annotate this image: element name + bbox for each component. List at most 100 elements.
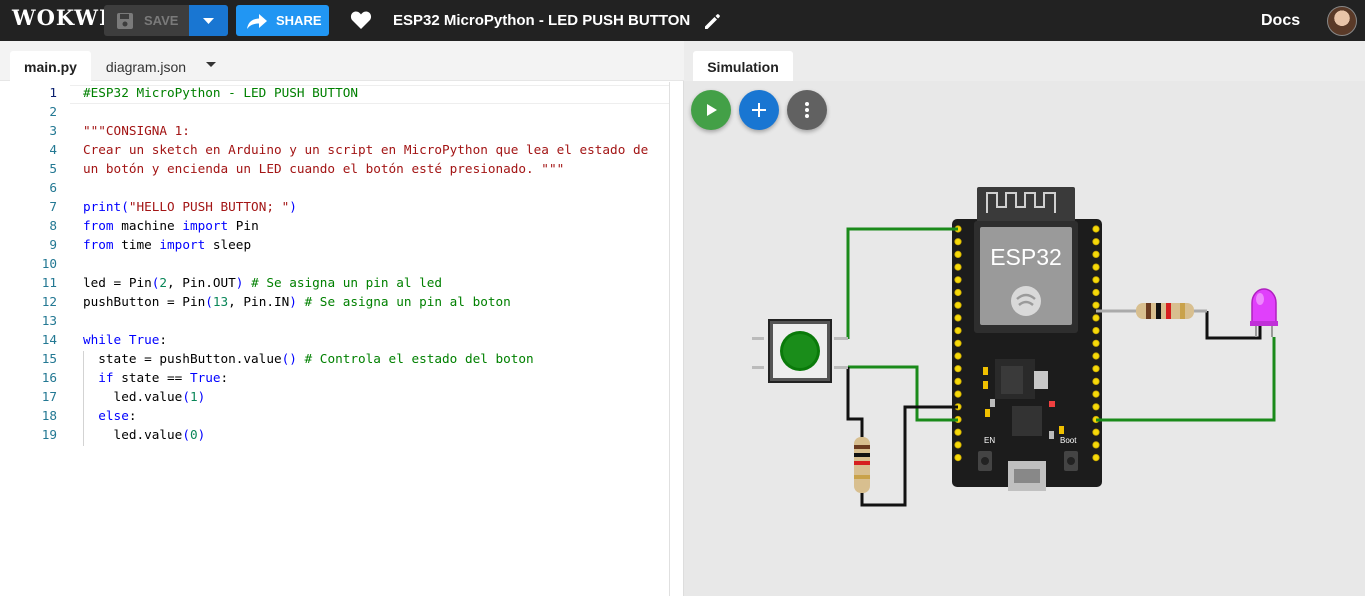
- wokwi-logo[interactable]: WOKWI: [12, 5, 110, 30]
- save-button[interactable]: SAVE: [104, 5, 228, 36]
- header-pin[interactable]: [1092, 352, 1100, 360]
- header-pin[interactable]: [1092, 428, 1100, 436]
- code-area[interactable]: 1 #ESP32 MicroPython - LED PUSH BUTTON 2 3 "…: [0, 81, 670, 596]
- file-menu-chevron-icon[interactable]: [206, 62, 216, 67]
- header-pin[interactable]: [1092, 263, 1100, 271]
- tab-diagram-json[interactable]: diagram.json: [100, 51, 192, 81]
- boot-label: Boot: [1060, 436, 1077, 445]
- docs-link[interactable]: Docs: [1261, 12, 1300, 30]
- code-line[interactable]: 14 while True:: [0, 332, 670, 351]
- heart-icon[interactable]: [350, 10, 372, 35]
- code-line[interactable]: 15 state = pushButton.value() # Controla…: [0, 351, 670, 370]
- header-pin[interactable]: [1092, 225, 1100, 233]
- header-pin[interactable]: [954, 441, 962, 449]
- header-pin[interactable]: [1092, 314, 1100, 322]
- header-pin[interactable]: [954, 301, 962, 309]
- header-pin[interactable]: [954, 453, 962, 462]
- circuit-diagram[interactable]: ESP32 EN Boot: [684, 41, 1365, 596]
- line-text: from machine import Pin: [83, 218, 259, 233]
- line-number: 13: [41, 313, 57, 328]
- header-pin[interactable]: [954, 314, 962, 322]
- run-simulation-button[interactable]: [691, 90, 731, 130]
- code-line[interactable]: 12 pushButton = Pin(13, Pin.IN) # Se asig…: [0, 294, 670, 313]
- code-line[interactable]: 8 from machine import Pin: [0, 218, 670, 237]
- header-pin[interactable]: [954, 263, 962, 271]
- line-number: 12: [41, 294, 57, 309]
- code-line[interactable]: 19 led.value(0): [0, 427, 670, 446]
- line-text: led.value(1): [83, 389, 206, 404]
- code-line[interactable]: 16 if state == True:: [0, 370, 670, 389]
- header-pin[interactable]: [1092, 250, 1100, 258]
- header-pin[interactable]: [1092, 377, 1100, 385]
- header-pin[interactable]: [1092, 326, 1100, 335]
- header-pin[interactable]: [954, 390, 962, 398]
- line-text: led = Pin(2, Pin.OUT) # Se asigna un pin…: [83, 275, 443, 290]
- header-pin[interactable]: [1092, 403, 1100, 411]
- line-number: 11: [41, 275, 57, 290]
- play-icon: [707, 104, 717, 116]
- led-resistor[interactable]: [1132, 303, 1207, 319]
- code-editor-panel: main.py diagram.json 1 #ESP32 MicroPython…: [0, 41, 684, 596]
- code-line[interactable]: 17 led.value(1): [0, 389, 670, 408]
- header-pin[interactable]: [954, 326, 962, 335]
- header-pin[interactable]: [954, 365, 962, 373]
- line-number: 17: [41, 389, 57, 404]
- header-pin[interactable]: [1092, 301, 1100, 309]
- header-pin[interactable]: [1092, 453, 1100, 462]
- header-pin[interactable]: [954, 352, 962, 360]
- esp32-board[interactable]: ESP32 EN Boot: [952, 187, 1102, 491]
- code-line[interactable]: 7 print("HELLO PUSH BUTTON; "): [0, 199, 670, 218]
- code-line[interactable]: 5 un botón y encienda un LED cuando el bo…: [0, 161, 670, 180]
- code-line[interactable]: 18 else:: [0, 408, 670, 427]
- code-line[interactable]: 13: [0, 313, 670, 332]
- pencil-edit-icon[interactable]: [703, 12, 722, 36]
- header-pin[interactable]: [954, 250, 962, 258]
- line-text: while True:: [83, 332, 168, 347]
- code-line[interactable]: 3 """CONSIGNA 1:: [0, 123, 670, 142]
- save-label: SAVE: [144, 13, 179, 28]
- line-number: 9: [49, 237, 57, 252]
- led[interactable]: [1250, 288, 1278, 337]
- line-text: Crear un sketch en Arduino y un script e…: [83, 142, 649, 157]
- header-pin[interactable]: [954, 288, 962, 297]
- push-button[interactable]: [752, 319, 848, 383]
- header-pin[interactable]: [1092, 390, 1100, 398]
- line-text: pushButton = Pin(13, Pin.IN) # Se asigna…: [83, 294, 511, 309]
- more-options-button[interactable]: [787, 90, 827, 130]
- tab-main-py[interactable]: main.py: [10, 51, 91, 81]
- simulation-tab-bar: Simulation: [684, 41, 1365, 81]
- line-number: 2: [49, 104, 57, 119]
- header-pin[interactable]: [1092, 365, 1100, 373]
- code-line[interactable]: 6: [0, 180, 670, 199]
- wire-button-resistor: [846, 367, 864, 439]
- line-text: #ESP32 MicroPython - LED PUSH BUTTON: [83, 85, 358, 100]
- user-avatar[interactable]: [1327, 6, 1357, 36]
- header-pin[interactable]: [954, 377, 962, 385]
- code-line[interactable]: 9 from time import sleep: [0, 237, 670, 256]
- header-pin[interactable]: [1092, 441, 1100, 449]
- header-pin[interactable]: [954, 339, 962, 347]
- tab-simulation[interactable]: Simulation: [693, 51, 793, 81]
- add-part-button[interactable]: [739, 90, 779, 130]
- header-pin[interactable]: [1092, 288, 1100, 297]
- line-text: if state == True:: [98, 370, 229, 385]
- share-button[interactable]: SHARE: [236, 5, 329, 36]
- header-pin[interactable]: [954, 428, 962, 436]
- line-number: 5: [49, 161, 57, 176]
- line-text: print("HELLO PUSH BUTTON; "): [83, 199, 297, 214]
- code-line[interactable]: 10: [0, 256, 670, 275]
- header-pin[interactable]: [954, 276, 962, 284]
- save-options-dropdown[interactable]: [189, 5, 228, 36]
- code-line[interactable]: 11 led = Pin(2, Pin.OUT) # Se asigna un p…: [0, 275, 670, 294]
- header-pin[interactable]: [1092, 238, 1100, 246]
- pull-down-resistor[interactable]: [854, 437, 870, 493]
- header-pin[interactable]: [1092, 276, 1100, 284]
- editor-scrollbar[interactable]: [669, 82, 670, 596]
- code-line[interactable]: 2: [0, 104, 670, 123]
- line-text: un botón y encienda un LED cuando el bot…: [83, 161, 565, 176]
- code-line[interactable]: 1 #ESP32 MicroPython - LED PUSH BUTTON: [0, 85, 670, 104]
- header-pin[interactable]: [1092, 339, 1100, 347]
- header-pin[interactable]: [954, 238, 962, 246]
- line-number: 14: [41, 332, 57, 347]
- code-line[interactable]: 4 Crear un sketch en Arduino y un script …: [0, 142, 670, 161]
